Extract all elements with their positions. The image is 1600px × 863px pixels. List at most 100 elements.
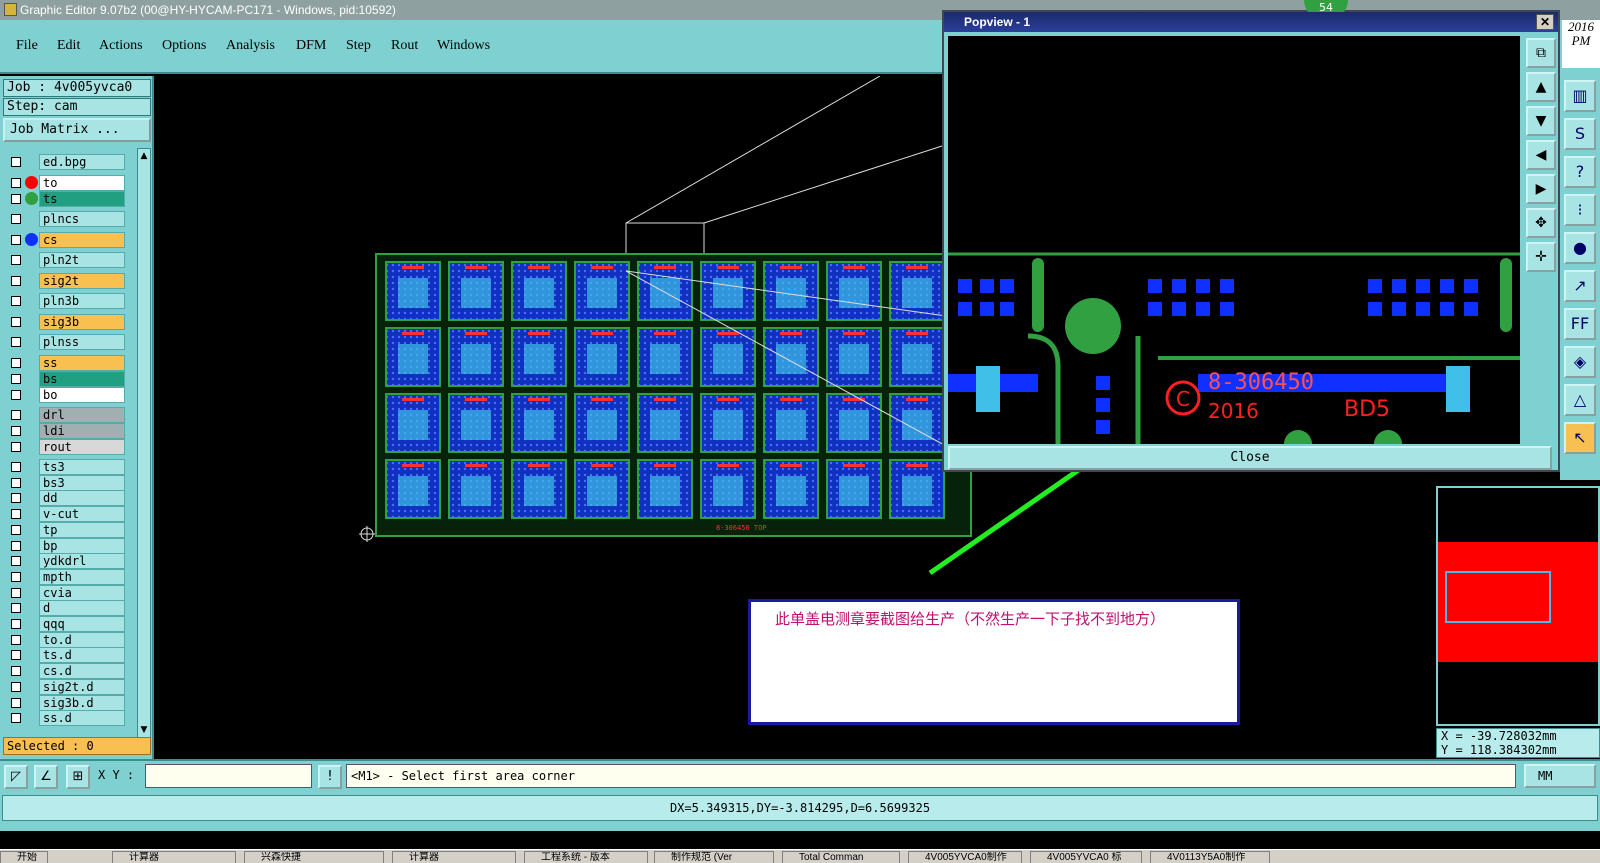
layer-row[interactable]: qqq: [3, 616, 135, 632]
layer-name[interactable]: ed.bpg: [39, 154, 125, 170]
taskbar-item[interactable]: 4V0113Y5A0制作: [1150, 851, 1270, 863]
taskbar-item[interactable]: 制作规范 (Ver: [654, 851, 774, 863]
layer-name[interactable]: bp: [39, 537, 125, 554]
layers-icon[interactable]: ⁝: [1564, 194, 1596, 226]
layer-name[interactable]: to.d: [39, 631, 125, 648]
layer-row[interactable]: mpth: [3, 568, 135, 585]
taskbar-item[interactable]: Total Comman: [782, 851, 900, 863]
pad-icon[interactable]: ●: [1564, 232, 1596, 264]
layer-name[interactable]: mpth: [39, 568, 125, 585]
popview-down-icon[interactable]: ▼: [1526, 106, 1556, 136]
layer-name[interactable]: ydkdrl: [39, 553, 125, 570]
layer-row[interactable]: bs: [3, 371, 135, 387]
layer-checkbox[interactable]: [11, 178, 21, 188]
triangle-icon[interactable]: △: [1564, 384, 1596, 416]
layer-name[interactable]: sig2t.d: [39, 678, 125, 695]
menu-edit[interactable]: Edit: [57, 38, 80, 54]
layer-name[interactable]: sig3b: [39, 314, 125, 330]
layer-checkbox[interactable]: [11, 650, 21, 661]
layer-checkbox[interactable]: [11, 255, 21, 265]
menu-options[interactable]: Options: [162, 38, 206, 54]
snap-icon[interactable]: S: [1564, 118, 1596, 150]
layer-checkbox[interactable]: [11, 157, 21, 167]
layer-row[interactable]: tp: [3, 521, 135, 538]
layer-row[interactable]: d: [3, 600, 135, 617]
help-icon[interactable]: ?: [1564, 156, 1596, 188]
layer-row[interactable]: ts.d: [3, 647, 135, 664]
layer-row[interactable]: ss.d: [3, 710, 135, 727]
layer-name[interactable]: plnss: [39, 334, 125, 350]
layer-row[interactable]: to: [3, 175, 135, 191]
layer-name[interactable]: pln3b: [39, 293, 125, 309]
layer-name[interactable]: dd: [39, 490, 125, 507]
units-select[interactable]: MM: [1524, 764, 1596, 788]
popview-left-icon[interactable]: ◀: [1526, 140, 1556, 170]
layer-name[interactable]: sig2t: [39, 273, 125, 289]
layer-row[interactable]: sig3b.d: [3, 694, 135, 711]
menu-analysis[interactable]: Analysis: [226, 38, 275, 54]
popview-close-button[interactable]: Close: [948, 446, 1552, 470]
scroll-down-icon[interactable]: ▼: [139, 725, 149, 735]
layer-name[interactable]: tp: [39, 521, 125, 538]
layer-checkbox[interactable]: [11, 276, 21, 286]
layer-checkbox[interactable]: [11, 235, 21, 245]
layer-name[interactable]: bs: [39, 371, 125, 387]
layer-checkbox[interactable]: [11, 296, 21, 306]
taskbar-item[interactable]: 计算器: [392, 851, 516, 863]
layer-row[interactable]: bo: [3, 387, 135, 403]
layer-checkbox[interactable]: [11, 462, 21, 472]
layer-row[interactable]: dd: [3, 490, 135, 507]
job-matrix-button[interactable]: Job Matrix ...: [3, 118, 151, 142]
layer-checkbox[interactable]: [11, 390, 21, 400]
features-icon[interactable]: FF: [1564, 308, 1596, 340]
layer-checkbox[interactable]: [11, 358, 21, 368]
layer-name[interactable]: drl: [39, 407, 125, 423]
layer-checkbox[interactable]: [11, 619, 21, 629]
panel-layout-icon[interactable]: ▥: [1564, 80, 1596, 112]
layer-checkbox[interactable]: [11, 556, 21, 567]
taskbar-item[interactable]: 4V005YVCA0 标: [1030, 851, 1142, 863]
layer-row[interactable]: ydkdrl: [3, 553, 135, 570]
popview-canvas[interactable]: C 8-306450 2016 BD5: [948, 36, 1520, 444]
layer-checkbox[interactable]: [11, 337, 21, 347]
layer-name[interactable]: rout: [39, 439, 125, 455]
popview-fit-icon[interactable]: ✥: [1526, 208, 1556, 238]
popview-copy-icon[interactable]: ⧉: [1526, 38, 1556, 68]
alert-icon[interactable]: !: [318, 765, 342, 789]
layer-name[interactable]: bs3: [39, 474, 125, 491]
menu-dfm[interactable]: DFM: [296, 38, 326, 54]
layer-row[interactable]: bp: [3, 537, 135, 554]
layer-row[interactable]: sig2t.d: [3, 678, 135, 695]
layer-name[interactable]: ss: [39, 355, 125, 371]
taskbar-item[interactable]: 计算器: [112, 851, 236, 863]
layer-name[interactable]: ts3: [39, 459, 125, 475]
layer-name[interactable]: cs: [39, 232, 125, 248]
scroll-up-icon[interactable]: ▲: [139, 151, 149, 161]
measure-angle-icon[interactable]: ∠: [34, 765, 58, 789]
layer-row[interactable]: ts3: [3, 459, 135, 475]
layer-name[interactable]: bo: [39, 387, 125, 403]
menu-rout[interactable]: Rout: [391, 38, 418, 54]
layer-row[interactable]: ldi: [3, 423, 135, 439]
layer-row[interactable]: v-cut: [3, 506, 135, 523]
overview-map[interactable]: [1436, 486, 1600, 726]
layer-name[interactable]: cvia: [39, 584, 125, 601]
layer-checkbox[interactable]: [11, 426, 21, 436]
layer-checkbox[interactable]: [11, 713, 21, 724]
layer-checkbox[interactable]: [11, 194, 21, 204]
grid-icon[interactable]: ⊞: [66, 765, 90, 789]
layer-name[interactable]: ts.d: [39, 647, 125, 664]
select-cursor-icon[interactable]: ↖: [1564, 422, 1596, 454]
layer-checkbox[interactable]: [11, 634, 21, 645]
layer-row[interactable]: bs3: [3, 474, 135, 491]
taskbar-item[interactable]: 兴森快捷: [244, 851, 384, 863]
layer-row[interactable]: plncs: [3, 211, 135, 227]
measure-icon[interactable]: ↗: [1564, 270, 1596, 302]
menu-step[interactable]: Step: [346, 38, 371, 54]
taskbar-item[interactable]: 开始: [0, 851, 48, 863]
layer-name[interactable]: ts: [39, 191, 125, 207]
xy-input[interactable]: [145, 764, 312, 788]
layer-checkbox[interactable]: [11, 666, 21, 677]
popview-up-icon[interactable]: ▲: [1526, 72, 1556, 102]
layer-row[interactable]: pln2t: [3, 252, 135, 268]
